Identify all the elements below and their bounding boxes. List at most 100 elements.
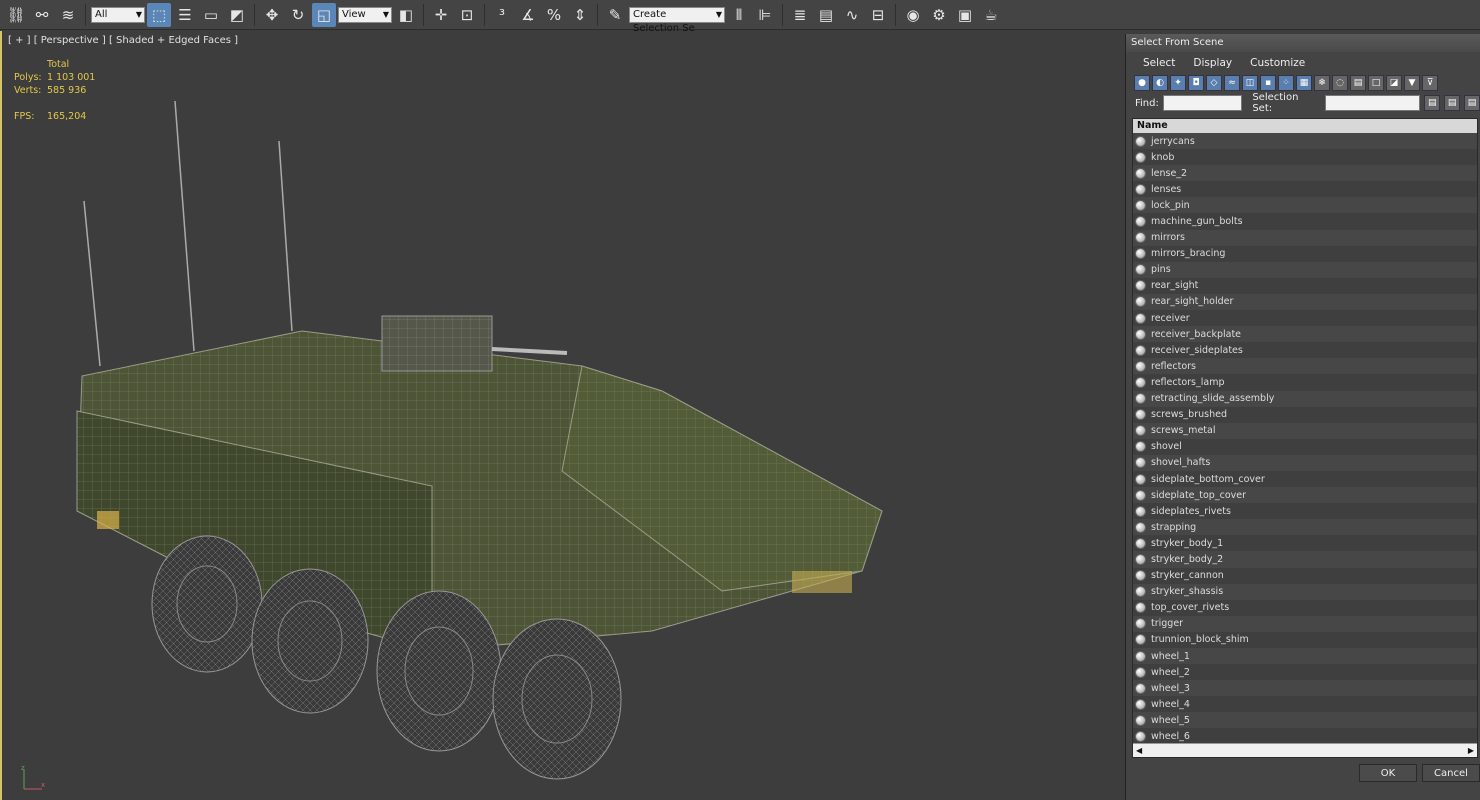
select-invert-icon[interactable]: ◪ <box>1386 75 1402 91</box>
list-item[interactable]: sideplate_top_cover <box>1133 487 1477 504</box>
dialog-title[interactable]: Select From Scene <box>1126 34 1480 52</box>
display-cameras-icon[interactable]: ◘ <box>1188 75 1204 91</box>
list-item[interactable]: strapping <box>1133 519 1477 536</box>
layer-explorer-icon[interactable]: ≣ <box>788 3 812 27</box>
list-item[interactable]: trigger <box>1133 615 1477 632</box>
rendered-frame-window-icon[interactable]: ▣ <box>953 3 977 27</box>
select-object-icon[interactable]: ⬚ <box>147 2 171 27</box>
render-production-icon[interactable]: ☕ <box>979 3 1003 27</box>
remove-selection-set-icon[interactable]: ▤ <box>1464 95 1480 111</box>
horizontal-scrollbar[interactable]: ◀ ▶ <box>1133 743 1477 757</box>
list-item[interactable]: rear_sight_holder <box>1133 293 1477 311</box>
list-item[interactable]: rear_sight <box>1133 278 1477 294</box>
list-item[interactable]: receiver <box>1133 310 1477 326</box>
list-item[interactable]: stryker_cannon <box>1133 568 1477 584</box>
perspective-viewport[interactable]: [ + ] [ Perspective ] [ Shaded + Edged F… <box>0 31 1125 800</box>
link-icon[interactable]: ⛓ <box>4 3 28 27</box>
list-item[interactable]: machine_gun_bolts <box>1133 213 1477 229</box>
list-item[interactable]: trunnion_block_shim <box>1133 632 1477 648</box>
display-containers-icon[interactable]: ▦ <box>1296 75 1312 91</box>
select-manipulate-icon[interactable]: ✛ <box>429 3 453 27</box>
list-item[interactable]: lense_2 <box>1133 165 1477 182</box>
angle-snap-icon[interactable]: ∡ <box>516 3 540 27</box>
scroll-left-icon[interactable]: ◀ <box>1136 746 1142 755</box>
display-space-warps-icon[interactable]: ≈ <box>1224 75 1240 91</box>
select-by-name-icon[interactable]: ☰ <box>173 3 197 27</box>
mirror-icon[interactable]: ⫴ <box>727 3 751 27</box>
unlink-icon[interactable]: ⚯ <box>30 3 54 27</box>
filter-options-icon[interactable]: ⊽ <box>1422 75 1438 91</box>
column-header-name[interactable]: Name <box>1133 119 1477 133</box>
select-all-icon[interactable]: ▤ <box>1350 75 1366 91</box>
find-input[interactable] <box>1162 95 1243 111</box>
menu-display[interactable]: Display <box>1193 57 1232 69</box>
list-item[interactable]: top_cover_rivets <box>1133 600 1477 616</box>
snaps-toggle-icon[interactable]: ³ <box>490 3 514 27</box>
list-item[interactable]: sideplate_bottom_cover <box>1133 471 1477 487</box>
display-lights-icon[interactable]: ✦ <box>1170 75 1186 91</box>
list-item[interactable]: screws_brushed <box>1133 407 1477 423</box>
list-item[interactable]: lock_pin <box>1133 197 1477 214</box>
spinner-snap-icon[interactable]: ⇕ <box>568 3 592 27</box>
list-item[interactable]: shovel <box>1133 439 1477 455</box>
menu-select[interactable]: Select <box>1143 57 1175 69</box>
list-item[interactable]: screws_metal <box>1133 422 1477 439</box>
keyboard-shortcut-override-icon[interactable]: ⊡ <box>455 3 479 27</box>
list-item[interactable]: lenses <box>1133 181 1477 197</box>
align-icon[interactable]: ⊫ <box>753 3 777 27</box>
render-setup-icon[interactable]: ⚙ <box>927 3 951 27</box>
list-item[interactable]: wheel_4 <box>1133 696 1477 712</box>
pivot-center-icon[interactable]: ◧ <box>394 3 418 27</box>
list-item[interactable]: shovel_hafts <box>1133 454 1477 471</box>
scale-icon[interactable]: ◱ <box>312 2 336 27</box>
edit-selection-set-icon[interactable]: ▤ <box>1424 95 1441 111</box>
list-item[interactable]: mirrors <box>1133 229 1477 246</box>
bind-space-warp-icon[interactable]: ≋ <box>56 3 80 27</box>
selection-set-dropdown[interactable] <box>1324 95 1421 111</box>
curve-editor-icon[interactable]: ∿ <box>840 3 864 27</box>
rectangular-selection-icon[interactable]: ▭ <box>199 3 223 27</box>
list-item[interactable]: jerrycans <box>1133 133 1477 150</box>
menu-customize[interactable]: Customize <box>1250 57 1305 69</box>
move-icon[interactable]: ✥ <box>260 3 284 27</box>
list-item[interactable]: wheel_1 <box>1133 648 1477 665</box>
rotate-icon[interactable]: ↻ <box>286 3 310 27</box>
scroll-right-icon[interactable]: ▶ <box>1468 746 1474 755</box>
toggle-ribbon-icon[interactable]: ▤ <box>814 3 838 27</box>
schematic-view-icon[interactable]: ⊟ <box>866 3 890 27</box>
add-selection-set-icon[interactable]: ▤ <box>1444 95 1461 111</box>
list-item[interactable]: stryker_shassis <box>1133 583 1477 600</box>
display-helpers-icon[interactable]: ◇ <box>1206 75 1222 91</box>
material-editor-icon[interactable]: ◉ <box>901 3 925 27</box>
display-xrefs-icon[interactable]: ▪ <box>1260 75 1276 91</box>
list-item[interactable]: wheel_2 <box>1133 664 1477 680</box>
selection-filter-dropdown[interactable]: All <box>91 6 145 23</box>
named-selection-set-dropdown[interactable]: Create Selection Se <box>629 6 725 34</box>
display-hidden-icon[interactable]: ◌ <box>1332 75 1348 91</box>
list-item[interactable]: stryker_body_1 <box>1133 535 1477 551</box>
list-item[interactable]: wheel_3 <box>1133 680 1477 697</box>
cancel-button[interactable]: Cancel <box>1422 764 1480 782</box>
display-frozen-icon[interactable]: ❄ <box>1314 75 1330 91</box>
list-item[interactable]: reflectors_lamp <box>1133 374 1477 390</box>
display-shapes-icon[interactable]: ◐ <box>1152 75 1168 91</box>
list-item[interactable]: mirrors_bracing <box>1133 246 1477 262</box>
list-item[interactable]: sideplates_rivets <box>1133 503 1477 519</box>
window-crossing-icon[interactable]: ◩ <box>225 3 249 27</box>
list-item[interactable]: stryker_body_2 <box>1133 551 1477 568</box>
list-item[interactable]: receiver_backplate <box>1133 326 1477 343</box>
ok-button[interactable]: OK <box>1359 764 1417 782</box>
select-none-icon[interactable]: □ <box>1368 75 1384 91</box>
display-geometry-icon[interactable]: ● <box>1134 75 1150 91</box>
list-item[interactable]: pins <box>1133 261 1477 278</box>
list-item[interactable]: reflectors <box>1133 358 1477 375</box>
filter-icon[interactable]: ▼ <box>1404 75 1420 91</box>
display-groups-icon[interactable]: ◫ <box>1242 75 1258 91</box>
display-bones-icon[interactable]: ⁘ <box>1278 75 1294 91</box>
list-item[interactable]: wheel_5 <box>1133 712 1477 729</box>
list-item[interactable]: knob <box>1133 149 1477 165</box>
list-item[interactable]: receiver_sideplates <box>1133 342 1477 358</box>
edit-named-selection-icon[interactable]: ✎ <box>603 3 627 27</box>
list-item[interactable]: retracting_slide_assembly <box>1133 390 1477 407</box>
reference-coordinate-dropdown[interactable]: View <box>338 6 392 23</box>
